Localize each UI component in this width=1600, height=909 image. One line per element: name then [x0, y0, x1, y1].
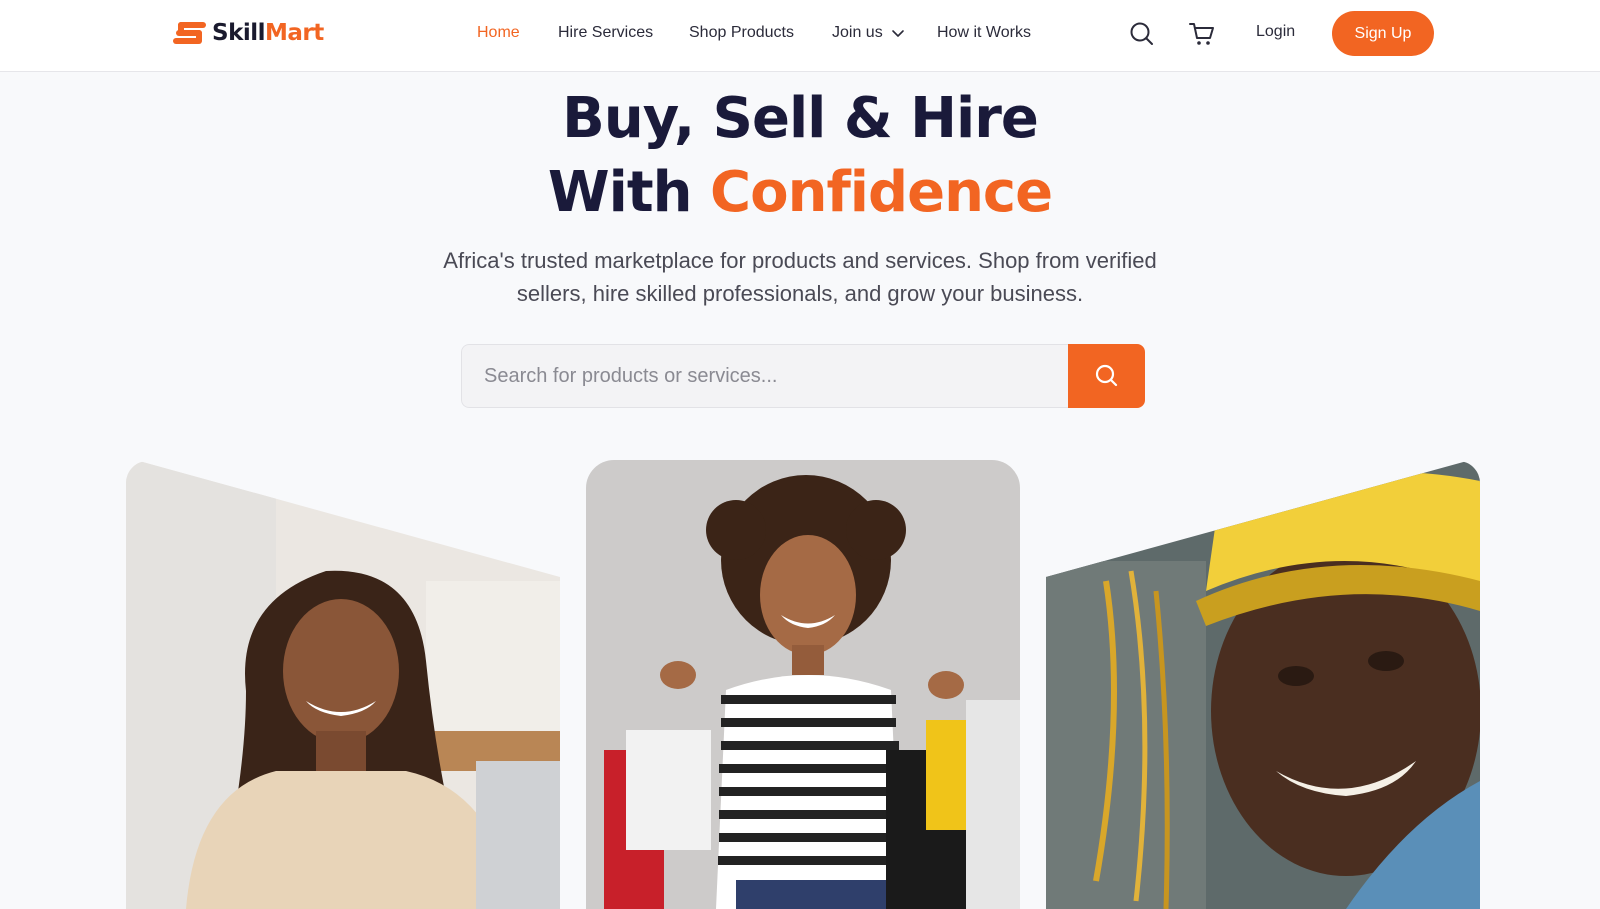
- hero-title-prefix: With: [547, 160, 693, 225]
- nav-item-join-us[interactable]: Join us: [832, 23, 905, 43]
- hero-title: Buy, Sell & Hire With Confidence: [0, 82, 1600, 230]
- chevron-down-icon: [891, 30, 904, 37]
- signup-button[interactable]: Sign Up: [1332, 11, 1434, 56]
- hero-title-line1: Buy, Sell & Hire: [562, 86, 1039, 151]
- search-icon: [1095, 364, 1117, 387]
- site-header: SkillMart Home Hire Services Shop Produc…: [0, 0, 1600, 72]
- shopper-photo: [586, 460, 1020, 909]
- cart-icon[interactable]: [1188, 20, 1216, 48]
- nav-item-how-it-works[interactable]: How it Works: [937, 23, 1031, 43]
- hero-title-accent: Confidence: [710, 160, 1053, 225]
- hero-image-shopper: [586, 460, 1020, 909]
- nav-item-hire-services[interactable]: Hire Services: [558, 23, 653, 43]
- nav-item-join-us-label: Join us: [832, 24, 883, 41]
- nav-item-home[interactable]: Home: [477, 23, 520, 43]
- skilled-worker-photo: [1046, 461, 1480, 909]
- hero-search-bar: [461, 344, 1145, 408]
- hero-image-skilled-worker: [1046, 461, 1480, 909]
- nav-item-shop-products[interactable]: Shop Products: [689, 23, 794, 43]
- search-button[interactable]: [1068, 344, 1145, 408]
- hero-subtitle: Africa's trusted marketplace for product…: [443, 248, 1157, 306]
- search-icon[interactable]: [1128, 20, 1156, 48]
- login-link[interactable]: Login: [1256, 23, 1295, 41]
- professional-woman-photo: [126, 461, 560, 909]
- hero-image-professional-woman: [126, 461, 560, 909]
- search-input[interactable]: [461, 344, 1068, 408]
